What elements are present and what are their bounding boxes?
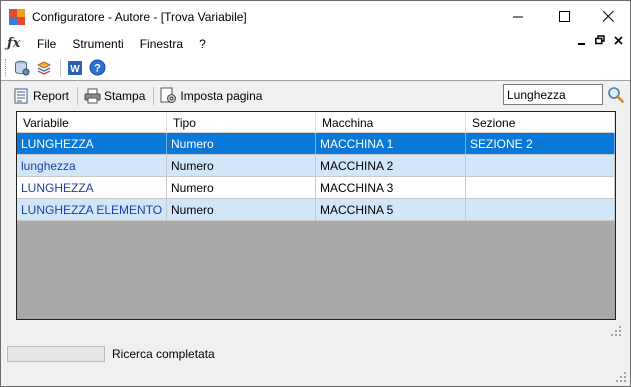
status-text: Ricerca completata (112, 346, 215, 361)
cell-macchina[interactable]: MACCHINA 3 (316, 177, 466, 198)
minimize-icon (512, 16, 523, 18)
menu-strumenti[interactable]: Strumenti (64, 37, 131, 51)
maximize-icon (558, 11, 570, 22)
fx-document-icon[interactable]: ƒx (7, 36, 29, 51)
toolbar-separator (153, 86, 155, 105)
mdi-resize-grip[interactable] (611, 326, 621, 336)
cell-macchina[interactable]: MACCHINA 5 (316, 199, 466, 220)
main-window: Configuratore - Autore - [Trova Variabil… (0, 0, 631, 387)
toolbar-separator (77, 86, 79, 105)
toolbar-grip[interactable] (5, 58, 8, 77)
menu-help[interactable]: ? (191, 37, 214, 51)
database-config-icon[interactable] (13, 59, 31, 77)
cell-variabile[interactable]: lunghezza (17, 155, 167, 176)
menu-finestra[interactable]: Finestra (132, 37, 191, 51)
mdi-restore-button[interactable] (595, 34, 605, 49)
column-header-variabile[interactable]: Variabile (17, 112, 167, 133)
minimize-button[interactable] (495, 1, 541, 32)
mdi-minimize-button[interactable] (577, 34, 586, 49)
page-setup-icon (160, 87, 177, 104)
cell-macchina[interactable]: MACCHINA 2 (316, 155, 466, 176)
table-header: Variabile Tipo Macchina Sezione (17, 112, 615, 133)
cell-tipo[interactable]: Numero (167, 177, 316, 198)
mdi-restore-icon (595, 35, 605, 45)
column-header-macchina[interactable]: Macchina (316, 112, 466, 133)
main-toolbar: W ? (1, 55, 630, 81)
cell-macchina[interactable]: MACCHINA 1 (316, 133, 466, 154)
help-icon[interactable]: ? (88, 59, 106, 77)
table-row[interactable]: LUNGHEZZA ELEMENTO Numero MACCHINA 5 (17, 199, 615, 221)
mdi-close-button[interactable] (614, 34, 623, 49)
report-button[interactable]: Report (11, 85, 71, 107)
report-icon (13, 88, 30, 104)
cell-sezione[interactable] (466, 177, 615, 198)
close-icon (602, 11, 614, 22)
toolbar-separator (60, 58, 61, 77)
page-setup-label: Imposta pagina (180, 88, 263, 103)
mdi-minimize-icon (578, 43, 585, 45)
layers-icon[interactable] (35, 59, 53, 77)
cell-tipo[interactable]: Numero (167, 133, 316, 154)
cell-tipo[interactable]: Numero (167, 155, 316, 176)
cell-sezione[interactable] (466, 199, 615, 220)
maximize-button[interactable] (541, 1, 587, 32)
window-title: Configuratore - Autore - [Trova Variabil… (32, 9, 247, 24)
menu-bar: ƒx File Strumenti Finestra ? (1, 32, 630, 55)
table-row[interactable]: LUNGHEZZA Numero MACCHINA 3 (17, 177, 615, 199)
status-progress-bar (7, 345, 105, 362)
search-button[interactable] (606, 85, 624, 103)
table-row[interactable]: LUNGHEZZA Numero MACCHINA 1 SEZIONE 2 (17, 133, 615, 155)
svg-text:W: W (70, 64, 80, 75)
status-bar: Ricerca completata (1, 341, 630, 366)
cell-sezione[interactable] (466, 155, 615, 176)
search-input[interactable] (503, 84, 603, 105)
app-logo-icon (9, 8, 25, 25)
cell-sezione[interactable]: SEZIONE 2 (466, 133, 615, 154)
report-label: Report (33, 88, 70, 103)
column-header-tipo[interactable]: Tipo (167, 112, 316, 133)
menu-file[interactable]: File (29, 37, 64, 51)
cell-variabile[interactable]: LUNGHEZZA (17, 177, 167, 198)
column-header-sezione[interactable]: Sezione (466, 112, 615, 133)
print-label: Stampa (104, 88, 146, 103)
close-button[interactable] (585, 1, 631, 32)
results-table: Variabile Tipo Macchina Sezione LUNGHEZZ… (16, 111, 616, 320)
cell-tipo[interactable]: Numero (167, 199, 316, 220)
cell-variabile[interactable]: LUNGHEZZA (17, 133, 167, 154)
cell-variabile[interactable]: LUNGHEZZA ELEMENTO (17, 199, 167, 220)
word-document-icon[interactable]: W (66, 59, 84, 77)
svg-text:?: ? (94, 63, 101, 75)
mdi-close-icon (614, 36, 623, 45)
table-row[interactable]: lunghezza Numero MACCHINA 2 (17, 155, 615, 177)
title-bar: Configuratore - Autore - [Trova Variabil… (1, 1, 630, 32)
printer-icon (84, 88, 101, 104)
page-setup-button[interactable]: Imposta pagina (158, 85, 264, 107)
window-resize-grip[interactable] (616, 372, 626, 382)
print-button[interactable]: Stampa (82, 85, 147, 107)
search-icon (607, 86, 624, 103)
